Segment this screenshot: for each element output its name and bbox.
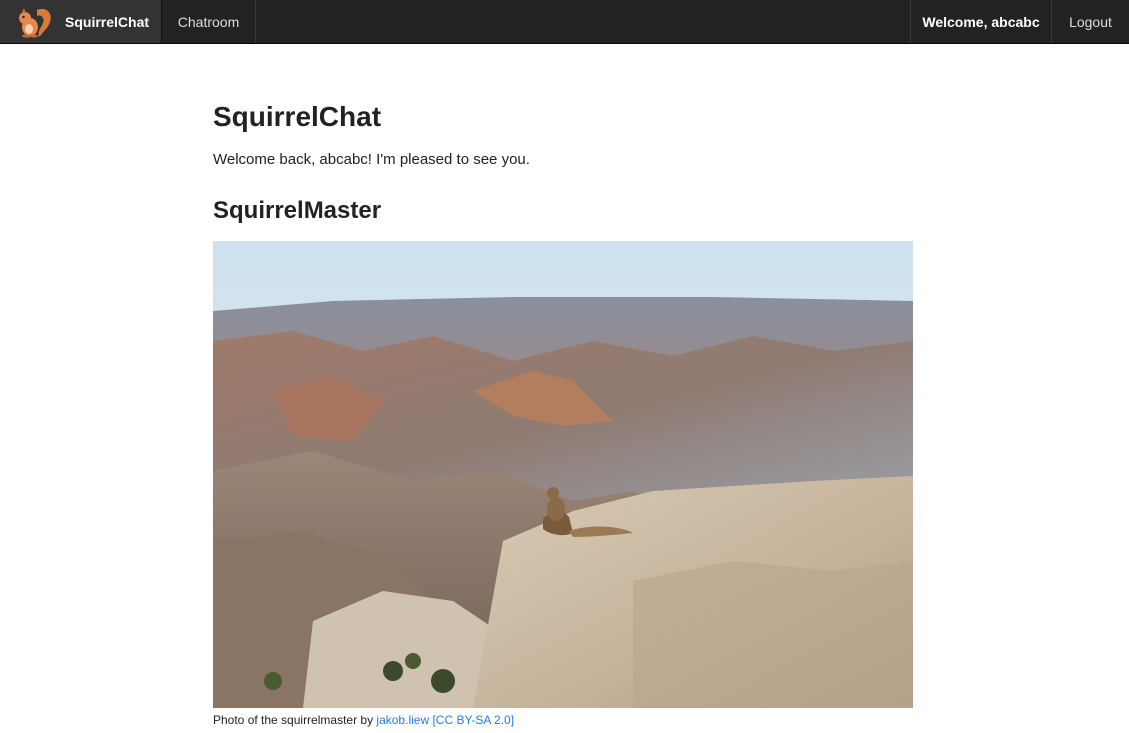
- top-navbar: SquirrelChat Chatroom Welcome, abcabc Lo…: [0, 0, 1129, 44]
- license-link[interactable]: [CC BY-SA 2.0]: [432, 713, 514, 727]
- photo-caption: Photo of the squirrelmaster by jakob.lie…: [213, 712, 514, 728]
- brand-link[interactable]: SquirrelChat: [0, 0, 162, 43]
- nav-welcome-label: Welcome, abcabc: [922, 13, 1040, 30]
- page-title: SquirrelChat: [213, 101, 382, 132]
- caption-prefix: Photo of the squirrelmaster by: [213, 713, 377, 727]
- brand-label: SquirrelChat: [65, 13, 150, 30]
- nav-welcome-user[interactable]: Welcome, abcabc: [910, 0, 1052, 43]
- nav-chatroom-link[interactable]: Chatroom: [162, 0, 256, 43]
- section-title: SquirrelMaster: [213, 197, 382, 224]
- squirrel-canyon-photo: [213, 241, 913, 708]
- welcome-message: Welcome back, abcabc! I'm pleased to see…: [213, 151, 530, 168]
- squirrel-icon: [19, 7, 51, 38]
- nav-logout-label: Logout: [1069, 13, 1112, 30]
- author-link[interactable]: jakob.liew: [376, 713, 429, 727]
- nav-logout-link[interactable]: Logout: [1052, 0, 1129, 43]
- nav-chatroom-label: Chatroom: [177, 13, 240, 30]
